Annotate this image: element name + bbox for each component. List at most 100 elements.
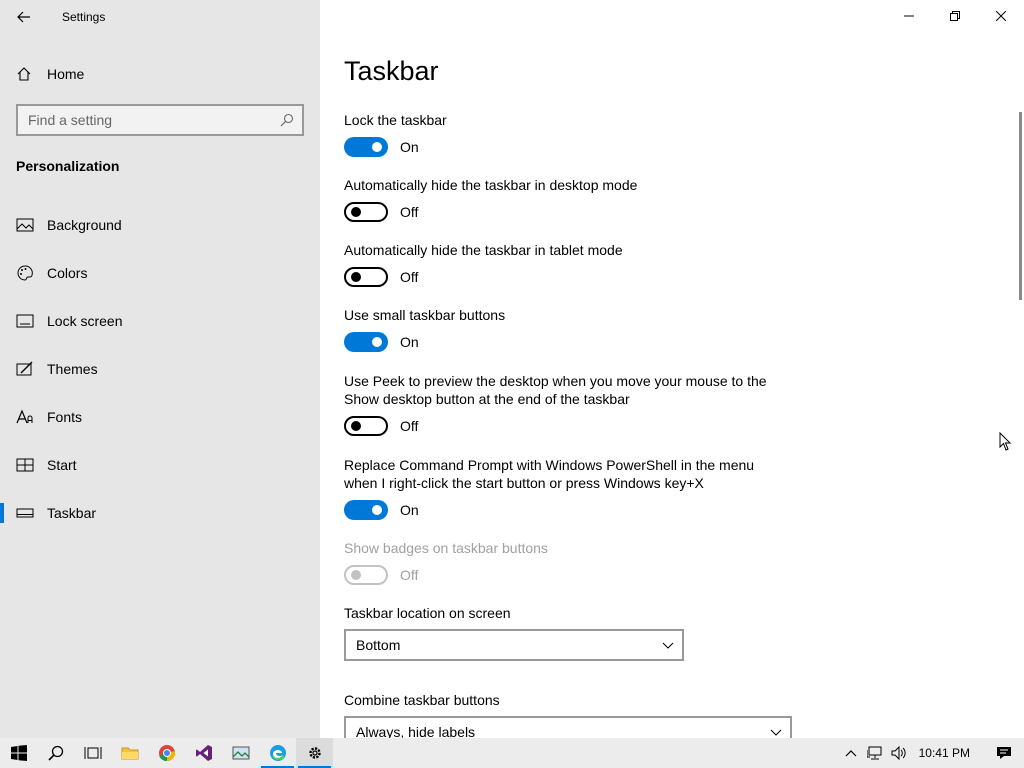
file-explorer-icon [121, 747, 138, 760]
badges-toggle [344, 565, 388, 585]
palette-icon [16, 264, 34, 282]
minimize-button[interactable] [886, 0, 932, 32]
setting-label: Automatically hide the taskbar in tablet… [344, 242, 623, 258]
lock-screen-icon [16, 312, 34, 330]
sidebar-item-colors[interactable]: Colors [0, 253, 320, 293]
dropdown-value: Bottom [356, 637, 401, 653]
sidebar-item-label: Themes [47, 361, 98, 377]
chevron-down-icon [662, 642, 674, 649]
edge-icon [269, 745, 286, 761]
lock-taskbar-toggle[interactable] [344, 137, 388, 157]
image-icon [16, 216, 34, 234]
sidebar-item-label: Background [47, 217, 122, 233]
combine-dropdown[interactable]: Always, hide labels [344, 716, 792, 738]
setting-label: Automatically hide the taskbar in deskto… [344, 177, 638, 193]
windows-taskbar: 10:41 PM [0, 738, 1024, 768]
taskbar-icon [16, 504, 34, 522]
image-viewer-icon [232, 746, 249, 760]
setting-autohide-tablet: Automatically hide the taskbar in tablet… [344, 241, 784, 287]
sidebar-item-label: Colors [47, 265, 88, 281]
sidebar-item-taskbar[interactable]: Taskbar [0, 493, 320, 533]
file-explorer-button[interactable] [111, 738, 148, 768]
setting-label: Use Peek to preview the desktop when you… [344, 373, 767, 407]
app-title: Settings [62, 10, 106, 24]
location-dropdown[interactable]: Bottom [344, 629, 684, 661]
start-button[interactable] [0, 738, 37, 768]
page-title: Taskbar [344, 56, 439, 86]
windows-start-icon [10, 745, 27, 761]
home-icon [16, 66, 32, 82]
action-center-button[interactable] [984, 738, 1024, 768]
powershell-toggle[interactable] [344, 500, 388, 520]
setting-location: Taskbar location on screen [344, 604, 784, 622]
setting-peek: Use Peek to preview the desktop when you… [344, 372, 784, 436]
home-label: Home [47, 66, 85, 82]
scrollbar-thumb[interactable] [1019, 112, 1022, 300]
settings-button[interactable] [296, 738, 333, 768]
setting-label: Replace Command Prompt with Windows Powe… [344, 457, 755, 491]
chevron-up-icon [845, 750, 857, 757]
setting-label: Show badges on taskbar buttons [344, 540, 548, 556]
dropdown-value: Always, hide labels [356, 724, 476, 738]
restore-button[interactable] [932, 0, 978, 32]
sidebar-item-start[interactable]: Start [0, 445, 320, 485]
peek-toggle[interactable] [344, 416, 388, 436]
setting-powershell: Replace Command Prompt with Windows Powe… [344, 456, 784, 520]
network-icon [866, 746, 882, 760]
sidebar-home[interactable]: Home [16, 63, 84, 85]
sidebar-item-fonts[interactable]: Fonts [0, 397, 320, 437]
search-box[interactable] [16, 104, 304, 136]
show-hidden-icons-button[interactable] [839, 738, 863, 768]
sidebar-item-themes[interactable]: Themes [0, 349, 320, 389]
toggle-state: On [400, 502, 419, 518]
back-button[interactable] [10, 6, 38, 28]
setting-label: Combine taskbar buttons [344, 692, 500, 708]
action-center-icon [997, 747, 1011, 759]
setting-autohide-desktop: Automatically hide the taskbar in deskto… [344, 176, 784, 222]
image-viewer-button[interactable] [222, 738, 259, 768]
taskbar-search-button[interactable] [37, 738, 74, 768]
sidebar-item-lock-screen[interactable]: Lock screen [0, 301, 320, 341]
autohide-tablet-toggle[interactable] [344, 267, 388, 287]
section-title: Personalization [16, 158, 120, 174]
autohide-desktop-toggle[interactable] [344, 202, 388, 222]
settings-gear-icon [308, 747, 321, 759]
start-layout-icon [16, 456, 34, 474]
visual-studio-icon [195, 745, 212, 761]
search-icon[interactable] [280, 113, 294, 127]
toggle-state: On [400, 334, 419, 350]
visual-studio-button[interactable] [185, 738, 222, 768]
back-arrow-icon [17, 11, 30, 23]
close-button[interactable] [978, 0, 1024, 32]
search-input[interactable] [28, 112, 280, 128]
chevron-down-icon [770, 729, 782, 736]
main-content: Taskbar Lock the taskbar On Automaticall… [320, 0, 1024, 738]
sidebar-item-label: Lock screen [47, 313, 123, 329]
setting-lock-taskbar: Lock the taskbar On [344, 111, 784, 157]
setting-combine: Combine taskbar buttons [344, 691, 784, 709]
chrome-icon [158, 745, 175, 762]
network-button[interactable] [863, 738, 887, 768]
volume-button[interactable] [887, 738, 911, 768]
sidebar-item-background[interactable]: Background [0, 205, 320, 245]
setting-small-buttons: Use small taskbar buttons On [344, 306, 784, 352]
toggle-state: Off [400, 418, 419, 434]
volume-icon [891, 746, 906, 760]
system-tray: 10:41 PM [839, 738, 1024, 768]
themes-icon [16, 360, 34, 378]
toggle-state: Off [400, 567, 419, 583]
mouse-cursor-icon [999, 432, 1012, 451]
font-icon [16, 408, 34, 426]
clock[interactable]: 10:41 PM [911, 746, 984, 760]
small-buttons-toggle[interactable] [344, 332, 388, 352]
chrome-button[interactable] [148, 738, 185, 768]
edge-button[interactable] [259, 738, 296, 768]
task-view-button[interactable] [74, 738, 111, 768]
setting-badges: Show badges on taskbar buttons Off [344, 539, 784, 585]
minimize-icon [904, 15, 914, 17]
toggle-state: On [400, 139, 419, 155]
restore-icon [950, 11, 960, 21]
sidebar: Settings Home Personalization Background… [0, 0, 320, 738]
setting-label: Taskbar location on screen [344, 605, 511, 621]
setting-label: Use small taskbar buttons [344, 307, 506, 323]
